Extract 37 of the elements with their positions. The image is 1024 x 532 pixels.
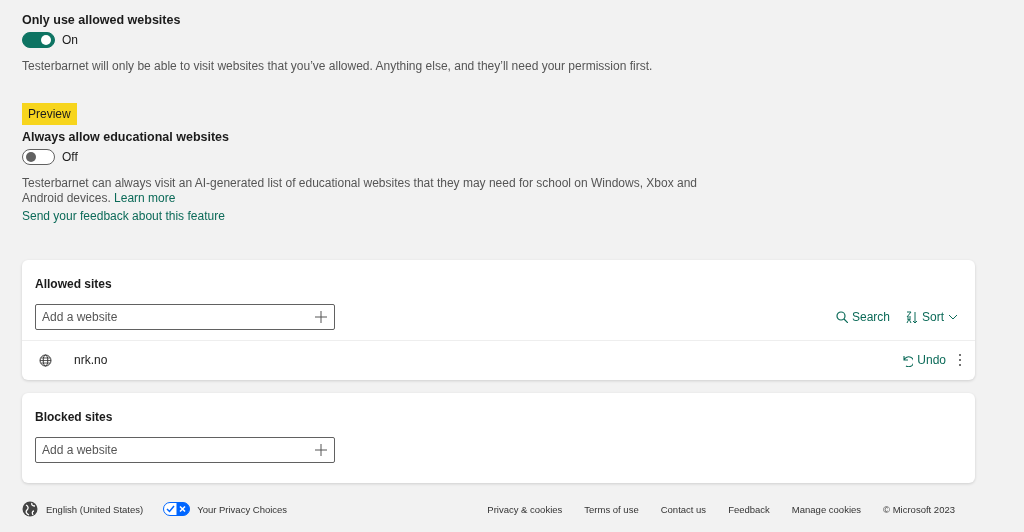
- add-website-field[interactable]: Add a website: [35, 304, 335, 330]
- globe-icon: [22, 501, 38, 517]
- language-label[interactable]: English (United States): [46, 503, 144, 515]
- setting-description: Testerbarnet can always visit an AI-generated list of educational websites that they may need for school on Windows, Xbox and Android devices. Learn more: [22, 176, 699, 206]
- plus-icon[interactable]: [315, 311, 327, 323]
- undo-icon: [901, 353, 914, 367]
- setting-description: Testerbarnet will only be able to visit websites that you’ve allowed. Anything else, and they’ll need your permission first.: [22, 59, 654, 74]
- search-button[interactable]: Search: [831, 310, 894, 324]
- feedback-link[interactable]: Send your feedback about this feature: [22, 209, 225, 223]
- footer-link[interactable]: Terms of use: [584, 503, 639, 515]
- setting-title: Only use allowed websites: [22, 13, 182, 27]
- globe-icon: [39, 353, 52, 367]
- chevron-down-icon: [948, 314, 958, 320]
- footer-link[interactable]: Privacy & cookies: [487, 503, 563, 515]
- toggle-switch[interactable]: [22, 32, 55, 48]
- footer-link[interactable]: Contact us: [660, 503, 707, 515]
- preview-badge: Preview: [22, 103, 77, 125]
- site-domain: nrk.no: [74, 353, 109, 367]
- sort-button[interactable]: Sort: [902, 310, 962, 324]
- toggle-switch[interactable]: [22, 149, 55, 165]
- learn-more-link[interactable]: Learn more: [114, 191, 176, 205]
- plus-icon[interactable]: [315, 444, 327, 456]
- setting-title: Always allow educational websites: [22, 130, 230, 144]
- toggle-label: Off: [62, 150, 78, 164]
- footer-link[interactable]: Manage cookies: [791, 503, 862, 515]
- sort-icon: [906, 310, 918, 324]
- search-icon: [835, 311, 848, 323]
- toggle-label: On: [62, 33, 78, 47]
- card-title: Allowed sites: [35, 277, 112, 291]
- privacy-choices-link[interactable]: Your Privacy Choices: [197, 503, 288, 515]
- add-website-field[interactable]: Add a website: [35, 437, 335, 463]
- copyright-text: © Microsoft 2023: [883, 503, 955, 515]
- undo-button[interactable]: Undo: [897, 353, 950, 367]
- footer-link[interactable]: Feedback: [728, 503, 770, 515]
- card-title: Blocked sites: [35, 410, 113, 424]
- privacy-toggle-icon[interactable]: [163, 502, 191, 516]
- more-icon[interactable]: [958, 353, 962, 367]
